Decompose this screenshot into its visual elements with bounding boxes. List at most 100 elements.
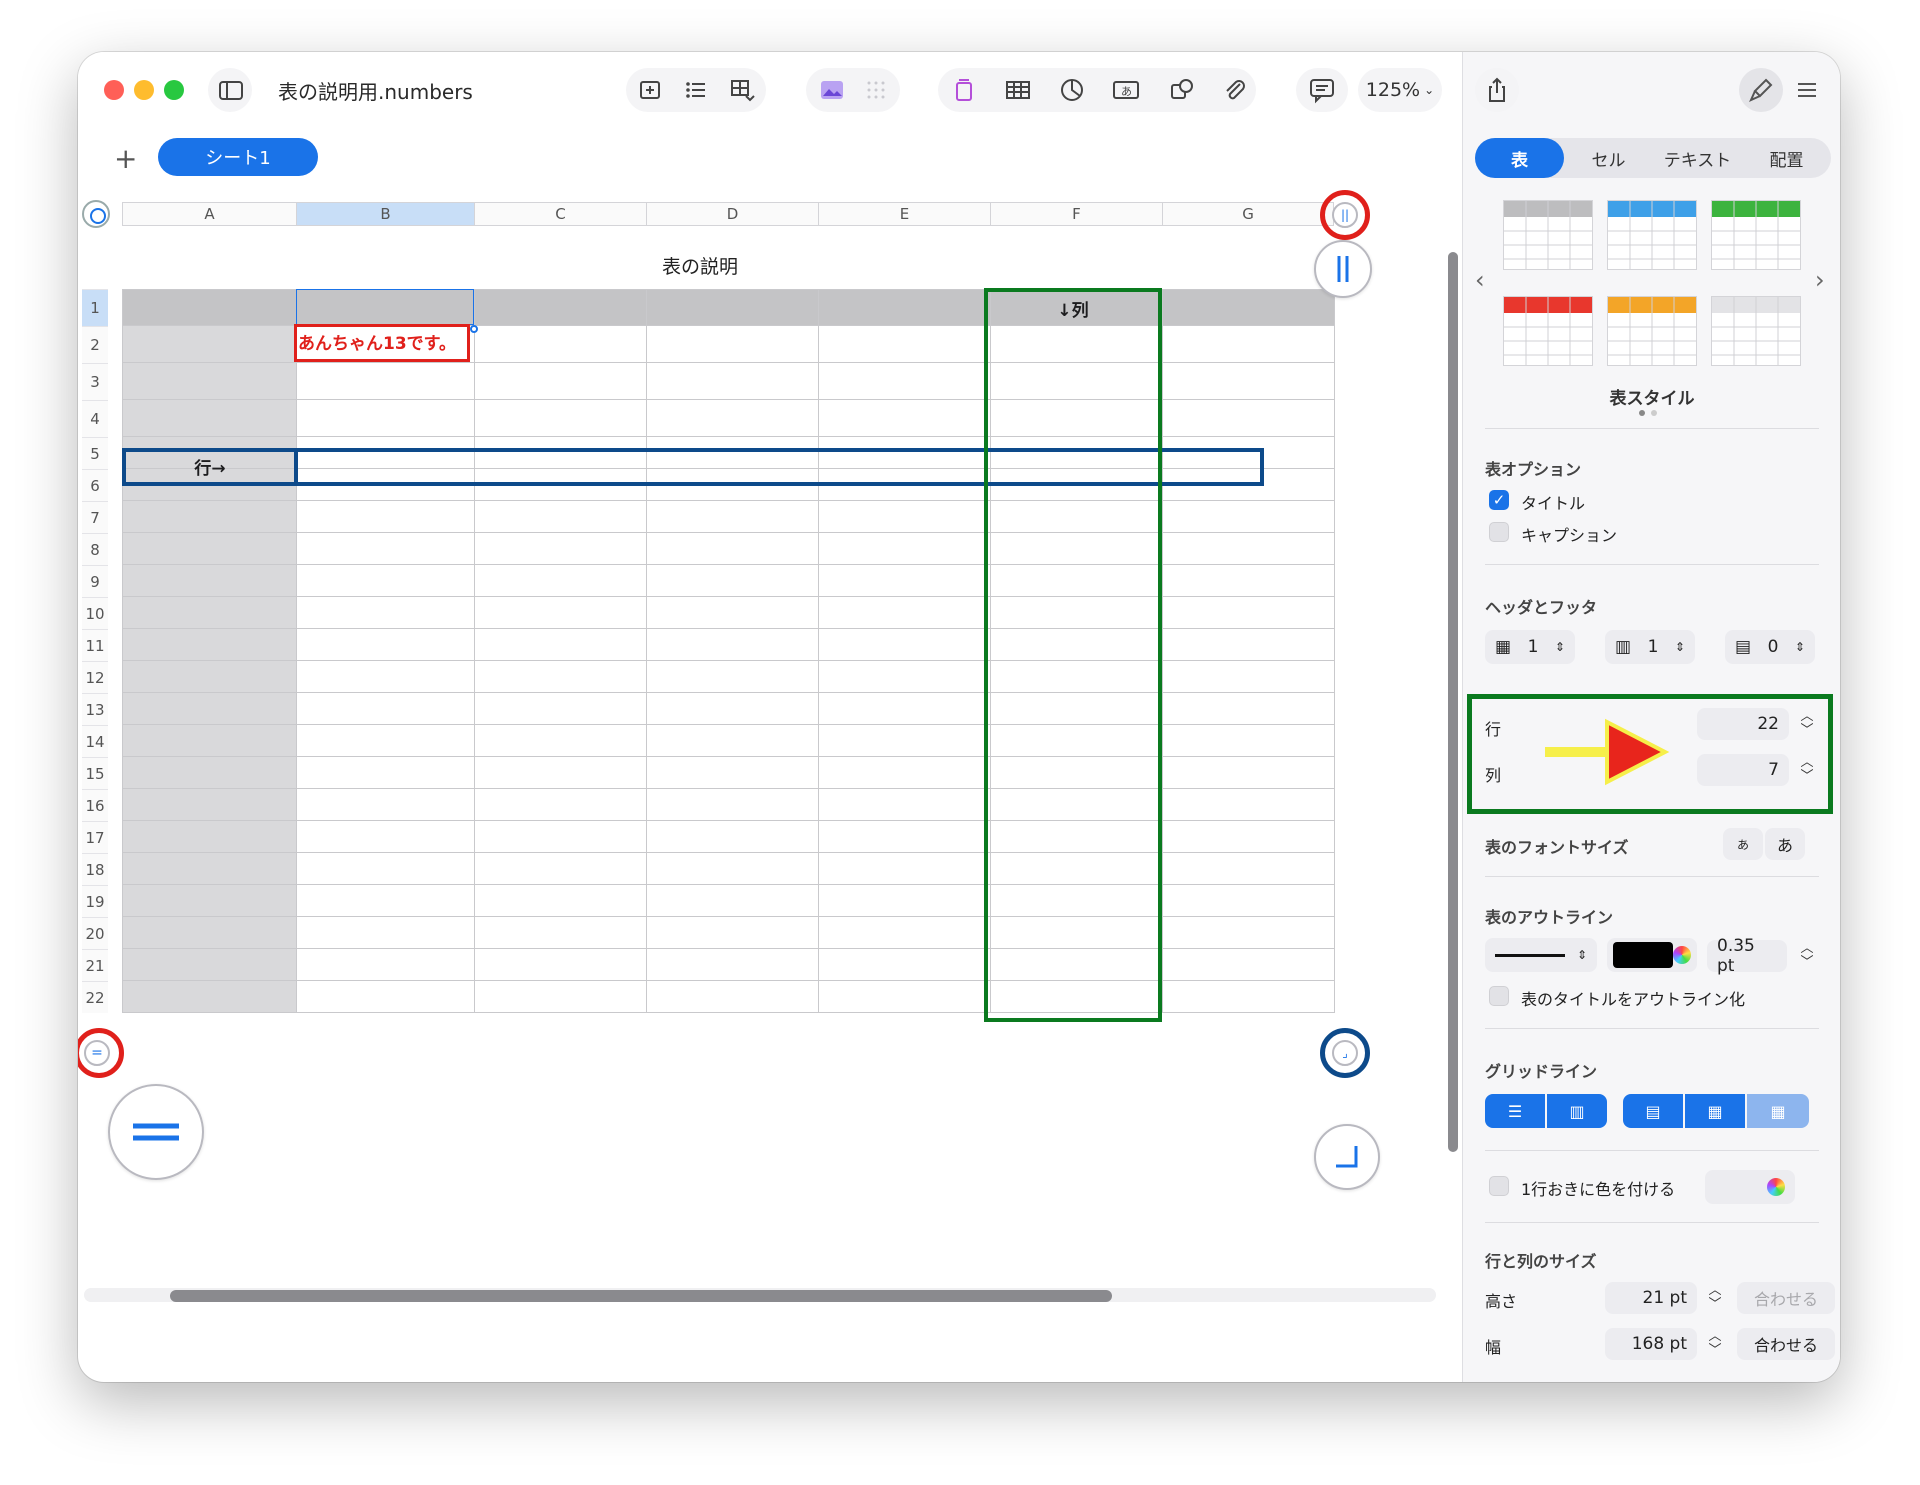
vertical-gridlines-button[interactable]: ▥: [1547, 1094, 1607, 1128]
cell-d22[interactable]: [647, 981, 819, 1013]
row-header-5[interactable]: 5: [82, 437, 108, 469]
row-header-22[interactable]: 22: [82, 981, 108, 1013]
cell-b19[interactable]: [297, 885, 475, 917]
cell-e14[interactable]: [819, 725, 991, 757]
sheet-tab-1[interactable]: シート1: [158, 138, 318, 176]
cell-d4[interactable]: [647, 400, 819, 437]
cell-a4[interactable]: 行→: [122, 454, 298, 479]
paperclip-icon[interactable]: [1216, 72, 1252, 108]
cell-a3[interactable]: [123, 363, 297, 400]
cell-d19[interactable]: [647, 885, 819, 917]
cell-b21[interactable]: [297, 949, 475, 981]
cell-a1[interactable]: [123, 289, 297, 326]
rows-stepper[interactable]: ︿ ﹀: [1795, 706, 1819, 742]
cell-e2[interactable]: [819, 326, 991, 363]
cell-b9[interactable]: [297, 565, 475, 597]
cell-g8[interactable]: [1163, 533, 1335, 565]
row-height-stepper[interactable]: ︿ ﹀: [1703, 1280, 1727, 1316]
row-header-18[interactable]: 18: [82, 853, 108, 885]
row-header-2[interactable]: 2: [82, 326, 108, 363]
cell-a17[interactable]: [123, 821, 297, 853]
cell-c1[interactable]: [475, 289, 647, 326]
cell-c2[interactable]: [475, 326, 647, 363]
cell-g21[interactable]: [1163, 949, 1335, 981]
cell-d10[interactable]: [647, 597, 819, 629]
row-header-4[interactable]: 4: [82, 400, 108, 437]
cell-e18[interactable]: [819, 853, 991, 885]
cell-b7[interactable]: [297, 501, 475, 533]
cell-b10[interactable]: [297, 597, 475, 629]
chart-icon[interactable]: [1054, 72, 1090, 108]
cell-e9[interactable]: [819, 565, 991, 597]
column-header-b[interactable]: B: [296, 202, 474, 226]
cell-e16[interactable]: [819, 789, 991, 821]
cell-a9[interactable]: [123, 565, 297, 597]
cell-d1[interactable]: [647, 289, 819, 326]
footer-rows-popup[interactable]: ▤ 0 ⇕: [1725, 630, 1815, 664]
cell-d14[interactable]: [647, 725, 819, 757]
row-header-14[interactable]: 14: [82, 725, 108, 757]
share-button[interactable]: [1475, 68, 1519, 112]
outline-width-field[interactable]: 0.35 pt: [1707, 936, 1787, 976]
column-header-a[interactable]: A: [122, 202, 296, 226]
cell-c18[interactable]: [475, 853, 647, 885]
header-row-gridlines-button[interactable]: ▤: [1623, 1094, 1683, 1128]
cell-c16[interactable]: [475, 789, 647, 821]
cell-a15[interactable]: [123, 757, 297, 789]
row-header-10[interactable]: 10: [82, 597, 108, 629]
column-header-g[interactable]: G: [1162, 202, 1334, 226]
shape-icon[interactable]: [1164, 72, 1200, 108]
cell-g14[interactable]: [1163, 725, 1335, 757]
cell-c8[interactable]: [475, 533, 647, 565]
cell-d18[interactable]: [647, 853, 819, 885]
cell-b16[interactable]: [297, 789, 475, 821]
cell-b17[interactable]: [297, 821, 475, 853]
cell-c11[interactable]: [475, 629, 647, 661]
footer-gridlines-button[interactable]: ▦: [1747, 1094, 1809, 1128]
sidebar-toggle-button[interactable]: [208, 68, 252, 112]
sheet-canvas[interactable]: A B C D E F G 表の説明 1 2 3 4 5 6 7 8 9 10 11 12 13 14 15…: [78, 190, 1462, 1382]
header-column-gridlines-button[interactable]: ▦: [1685, 1094, 1745, 1128]
cell-c20[interactable]: [475, 917, 647, 949]
cell-d12[interactable]: [647, 661, 819, 693]
select-table-handle[interactable]: [82, 200, 110, 228]
cell-c14[interactable]: [475, 725, 647, 757]
comment-button[interactable]: [1296, 68, 1348, 112]
row-header-20[interactable]: 20: [82, 917, 108, 949]
fill-handle[interactable]: [470, 325, 478, 333]
fit-height-button[interactable]: 合わせる: [1737, 1282, 1835, 1314]
cell-b8[interactable]: [297, 533, 475, 565]
cell-g17[interactable]: [1163, 821, 1335, 853]
list-icon[interactable]: [678, 72, 714, 108]
cell-e21[interactable]: [819, 949, 991, 981]
columns-stepper[interactable]: ︿ ﹀: [1795, 752, 1819, 788]
cell-d21[interactable]: [647, 949, 819, 981]
outline-title-checkbox[interactable]: [1489, 986, 1509, 1006]
cell-c21[interactable]: [475, 949, 647, 981]
cell-c9[interactable]: [475, 565, 647, 597]
table-add-icon[interactable]: [724, 72, 760, 108]
column-header-c[interactable]: C: [474, 202, 646, 226]
column-header-f[interactable]: F: [990, 202, 1162, 226]
cell-d9[interactable]: [647, 565, 819, 597]
alternate-row-color-well[interactable]: [1705, 1170, 1795, 1204]
close-window-button[interactable]: [104, 80, 124, 100]
cell-g22[interactable]: [1163, 981, 1335, 1013]
cell-e13[interactable]: [819, 693, 991, 725]
header-columns-popup[interactable]: ▥ 1 ⇕: [1605, 630, 1695, 664]
row-header-12[interactable]: 12: [82, 661, 108, 693]
cell-e4[interactable]: [819, 400, 991, 437]
cell-e20[interactable]: [819, 917, 991, 949]
table-style-2[interactable]: [1607, 200, 1697, 270]
cell-b13[interactable]: [297, 693, 475, 725]
cell-c22[interactable]: [475, 981, 647, 1013]
cell-d11[interactable]: [647, 629, 819, 661]
table-title[interactable]: 表の説明: [122, 252, 1278, 279]
row-header-11[interactable]: 11: [82, 629, 108, 661]
cell-g16[interactable]: [1163, 789, 1335, 821]
cell-b20[interactable]: [297, 917, 475, 949]
cell-e1[interactable]: [819, 289, 991, 326]
cell-b3[interactable]: [297, 363, 475, 400]
title-checkbox[interactable]: ✓: [1489, 490, 1509, 510]
cell-b4[interactable]: [297, 400, 475, 437]
